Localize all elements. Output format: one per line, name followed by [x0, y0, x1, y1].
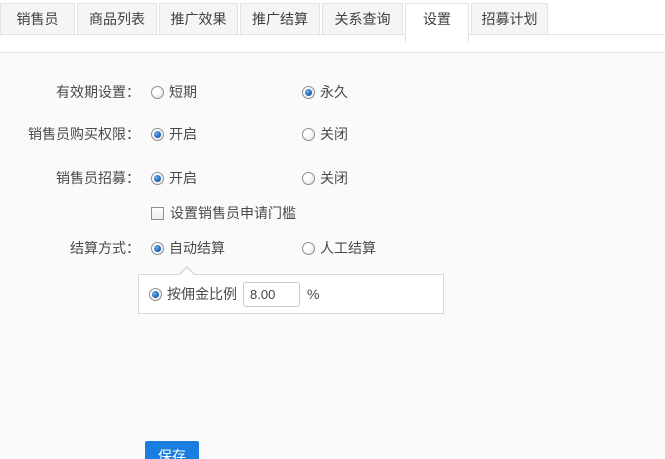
radio-icon[interactable] [151, 127, 164, 141]
purchase-option-off[interactable]: 关闭 [302, 124, 442, 144]
radio-icon[interactable] [302, 241, 315, 255]
radio-icon[interactable] [149, 287, 162, 301]
commission-box: 按佣金比例 % [138, 266, 444, 314]
caret-up-icon [178, 266, 196, 276]
tab-promotion-settlement[interactable]: 推广结算 [240, 3, 320, 35]
option-label: 永久 [320, 84, 348, 100]
commission-rate-input[interactable] [243, 281, 300, 307]
checkbox-icon[interactable] [151, 206, 164, 220]
recruit-row: 销售员招募： 开启 关闭 [0, 168, 665, 188]
radio-icon[interactable] [151, 85, 164, 99]
option-label: 开启 [169, 126, 197, 142]
save-button[interactable]: 保存 [145, 441, 199, 459]
purchase-option-on[interactable]: 开启 [151, 124, 291, 144]
threshold-row: 设置销售员申请门槛 [0, 203, 665, 223]
option-label: 关闭 [320, 126, 348, 142]
validity-option-permanent[interactable]: 永久 [302, 82, 442, 102]
tab-promotion-effect[interactable]: 推广效果 [159, 3, 238, 35]
option-label: 关闭 [320, 170, 348, 186]
tab-salesperson[interactable]: 销售员 [0, 3, 75, 35]
option-label: 人工结算 [320, 240, 376, 256]
settings-panel: 有效期设置： 短期 永久 销售员购买权限： 开启 关闭 销售员招募： 开启 关闭 [0, 52, 665, 459]
option-label: 自动结算 [169, 240, 225, 256]
option-label: 短期 [169, 84, 197, 100]
settlement-row: 结算方式： 自动结算 人工结算 [0, 238, 665, 258]
commission-radio-label: 按佣金比例 [167, 286, 237, 302]
radio-icon[interactable] [151, 171, 164, 185]
settlement-label: 结算方式： [70, 240, 140, 256]
purchase-permission-label: 销售员购买权限： [28, 126, 140, 142]
tab-relation-query[interactable]: 关系查询 [322, 3, 403, 35]
recruit-label: 销售员招募： [56, 170, 140, 186]
validity-label: 有效期设置： [56, 84, 140, 100]
settlement-option-manual[interactable]: 人工结算 [302, 238, 442, 258]
tab-recruitment-plan[interactable]: 招募计划 [471, 3, 548, 35]
option-label: 开启 [169, 170, 197, 186]
radio-icon[interactable] [302, 127, 315, 141]
threshold-label: 设置销售员申请门槛 [170, 205, 296, 221]
radio-icon[interactable] [302, 171, 315, 185]
validity-option-short-term[interactable]: 短期 [151, 82, 291, 102]
purchase-permission-row: 销售员购买权限： 开启 关闭 [0, 124, 665, 144]
threshold-checkbox-option[interactable]: 设置销售员申请门槛 [151, 203, 296, 223]
validity-row: 有效期设置： 短期 永久 [0, 82, 665, 102]
settlement-option-auto[interactable]: 自动结算 [151, 238, 291, 258]
recruit-option-off[interactable]: 关闭 [302, 168, 442, 188]
tab-strip: 销售员 商品列表 推广效果 推广结算 关系查询 设置 招募计划 [0, 0, 665, 42]
percent-unit-label: % [307, 286, 320, 302]
tab-settings[interactable]: 设置 [405, 3, 469, 42]
radio-icon[interactable] [302, 85, 315, 99]
recruit-option-on[interactable]: 开启 [151, 168, 291, 188]
radio-icon[interactable] [151, 241, 164, 255]
tab-bar: 销售员 商品列表 推广效果 推广结算 关系查询 设置 招募计划 [0, 0, 665, 52]
tab-product-list[interactable]: 商品列表 [77, 3, 157, 35]
